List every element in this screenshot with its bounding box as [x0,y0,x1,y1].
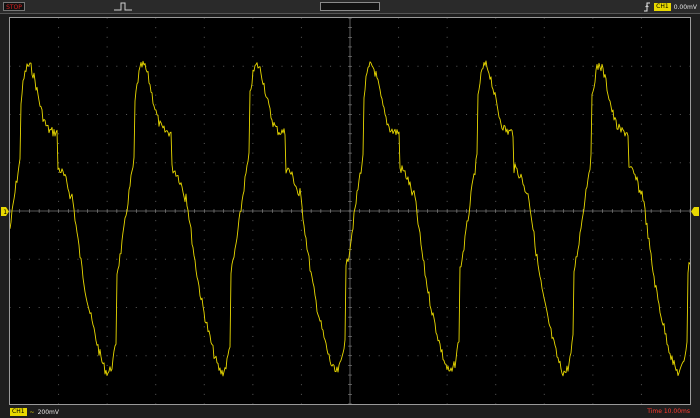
rising-edge-icon [644,2,651,12]
waveform-canvas [10,18,690,404]
ch1-badge: CH1 [10,408,27,416]
svg-text:1: 1 [3,209,7,216]
volts-per-div: 200mV [37,408,59,416]
trigger-level-marker[interactable] [691,207,699,216]
ch1-ground-marker[interactable]: 1 [1,207,9,216]
ch1-settings[interactable]: CH1 ~ 200mV [10,408,59,416]
graticule [10,18,690,404]
scope-display[interactable] [9,17,691,405]
memory-preview-wave [321,9,380,11]
pulse-icon [114,2,132,11]
trigger-level: 0.00mV [673,3,697,11]
status-bar-bottom: CH1 ~ 200mV Time 10.00ms [0,406,700,418]
timebase-readout[interactable]: Time 10.00ms [647,408,690,415]
trigger-info: CH1 0.00mV [643,1,697,13]
trigger-source-badge[interactable]: CH1 [654,3,671,11]
coupling-ac-icon: ~ [29,408,35,416]
run-stop-button[interactable]: STOP [3,2,25,11]
status-bar-top: STOP CH1 0.00mV [0,0,700,14]
memory-position-bar[interactable] [320,2,380,11]
